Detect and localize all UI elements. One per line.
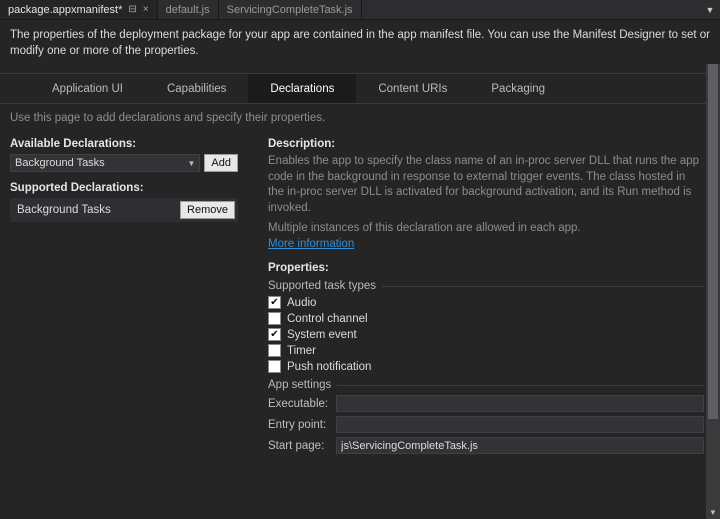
pin-icon[interactable]: ⊟: [128, 4, 136, 15]
checkbox-icon[interactable]: [268, 312, 281, 325]
start-page-input[interactable]: [336, 437, 704, 454]
supported-declaration-name: Background Tasks: [17, 204, 111, 216]
nav-tab-bar: Application UI Capabilities Declarations…: [0, 74, 720, 104]
document-tab-label: package.appxmanifest*: [8, 4, 122, 16]
app-settings-header: App settings: [268, 379, 704, 391]
available-declarations-combo[interactable]: Background Tasks ▼: [10, 154, 200, 172]
checkbox-icon[interactable]: [268, 360, 281, 373]
tab-packaging[interactable]: Packaging: [469, 74, 567, 103]
available-declarations-label: Available Declarations:: [10, 138, 238, 150]
scrollbar-thumb[interactable]: [708, 64, 718, 419]
supported-declaration-row[interactable]: Background Tasks Remove: [10, 198, 238, 222]
start-page-label: Start page:: [268, 440, 330, 452]
executable-row: Executable:: [268, 395, 704, 412]
document-tab-appxmanifest[interactable]: package.appxmanifest* ⊟ ×: [0, 0, 158, 19]
description-text-2: Multiple instances of this declaration a…: [268, 222, 704, 234]
document-tab-servicing[interactable]: ServicingCompleteTask.js: [219, 0, 362, 19]
right-panel: Description: Enables the app to specify …: [268, 134, 710, 458]
entry-point-label: Entry point:: [268, 419, 330, 431]
check-control-channel[interactable]: Control channel: [268, 312, 704, 325]
properties-heading: Properties:: [268, 262, 704, 274]
page-hint: Use this page to add declarations and sp…: [0, 104, 720, 134]
chevron-down-icon: ▼: [188, 159, 196, 168]
supported-task-types-header: Supported task types: [268, 280, 704, 292]
description-heading: Description:: [268, 138, 704, 150]
executable-input[interactable]: [336, 395, 704, 412]
checkbox-icon[interactable]: [268, 328, 281, 341]
check-audio[interactable]: Audio: [268, 296, 704, 309]
document-tab-bar: package.appxmanifest* ⊟ × default.js Ser…: [0, 0, 720, 20]
tab-declarations[interactable]: Declarations: [248, 74, 356, 103]
add-button[interactable]: Add: [204, 154, 238, 172]
tab-content-uris[interactable]: Content URIs: [356, 74, 469, 103]
document-tab-label: default.js: [166, 4, 210, 16]
vertical-scrollbar[interactable]: ▲ ▼: [706, 64, 720, 519]
tab-application-ui[interactable]: Application UI: [30, 74, 145, 103]
description-text: Enables the app to specify the class nam…: [268, 154, 704, 216]
document-tab-defaultjs[interactable]: default.js: [158, 0, 219, 19]
check-push-notification[interactable]: Push notification: [268, 360, 704, 373]
check-system-event[interactable]: System event: [268, 328, 704, 341]
content-area: Available Declarations: Background Tasks…: [0, 134, 720, 458]
remove-button[interactable]: Remove: [180, 201, 235, 219]
document-tab-label: ServicingCompleteTask.js: [227, 4, 353, 16]
checkbox-icon[interactable]: [268, 344, 281, 357]
tab-capabilities[interactable]: Capabilities: [145, 74, 248, 103]
tabs-overflow-icon[interactable]: ▼: [700, 0, 720, 19]
supported-declarations-label: Supported Declarations:: [10, 182, 238, 194]
close-icon[interactable]: ×: [143, 4, 149, 15]
combo-value: Background Tasks: [15, 157, 105, 169]
executable-label: Executable:: [268, 398, 330, 410]
left-panel: Available Declarations: Background Tasks…: [10, 134, 238, 458]
entry-point-input[interactable]: [336, 416, 704, 433]
more-information-link[interactable]: More information: [268, 238, 354, 250]
checkbox-icon[interactable]: [268, 296, 281, 309]
intro-text: The properties of the deployment package…: [0, 20, 720, 74]
entry-point-row: Entry point:: [268, 416, 704, 433]
scroll-down-icon[interactable]: ▼: [706, 505, 720, 519]
check-timer[interactable]: Timer: [268, 344, 704, 357]
start-page-row: Start page:: [268, 437, 704, 454]
